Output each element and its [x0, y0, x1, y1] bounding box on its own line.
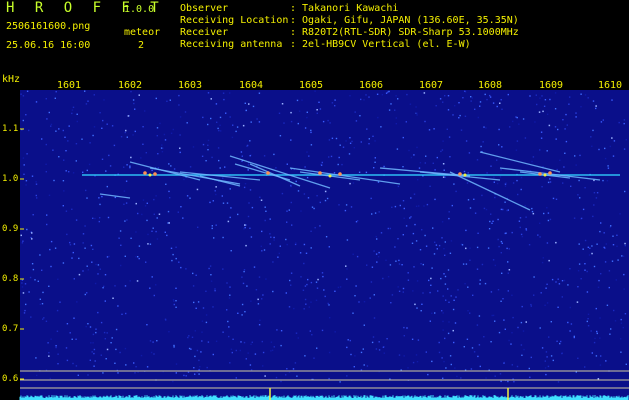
- x-tick: 1608: [477, 80, 503, 91]
- meteor-head: [458, 172, 462, 176]
- info-value: : Ogaki, Gifu, JAPAN (136.60E, 35.35N): [290, 15, 519, 26]
- meteor-head: [548, 171, 552, 175]
- x-tick: 1603: [177, 80, 203, 91]
- meteor-head: [266, 171, 270, 175]
- info-observer: Observer : Takanori Kawachi: [180, 3, 398, 14]
- x-tick: 1609: [538, 80, 564, 91]
- info-key: Receiving Location: [180, 15, 289, 26]
- x-tick: 1604: [238, 80, 264, 91]
- header-panel: H R O F F T 1.0.0 2506161600.png 25.06.1…: [0, 0, 629, 76]
- info-antenna: Receiving antenna : 2el-HB9CV Vertical (e…: [180, 39, 471, 50]
- x-tick: 1605: [298, 80, 324, 91]
- meteor-head: [338, 172, 342, 176]
- meteor-count: 2: [138, 40, 145, 51]
- meteor-head: [463, 173, 467, 177]
- app-version: 1.0.0: [124, 4, 155, 15]
- meteor-head: [543, 173, 547, 177]
- x-tick: 1607: [418, 80, 444, 91]
- spectrogram-canvas: [19, 90, 629, 400]
- meteor-head: [328, 174, 332, 178]
- plot-background: [20, 90, 629, 400]
- meteor-label: meteor: [124, 27, 161, 38]
- unit-label: kHz: [2, 74, 21, 85]
- y-tick: 0.7: [2, 324, 19, 334]
- info-key: Receiver: [180, 27, 229, 38]
- info-key: Observer: [180, 3, 229, 14]
- info-receiver: Receiver : R820T2(RTL-SDR) SDR-Sharp 53.1…: [180, 27, 519, 38]
- y-tick: 0.9: [2, 224, 19, 234]
- info-value: : 2el-HB9CV Vertical (el. E-W): [290, 39, 471, 50]
- y-tick: 1.0: [2, 174, 19, 184]
- info-value: : Takanori Kawachi: [290, 3, 399, 14]
- spectrogram: kHz 1601 1602 1603 1604 1605 1606 1607 1…: [0, 74, 629, 400]
- file-name: 2506161600.png: [6, 21, 91, 32]
- x-tick: 1610: [597, 80, 623, 91]
- info-value: : R820T2(RTL-SDR) SDR-Sharp 53.1000MHz: [290, 27, 519, 38]
- meteor-head: [148, 173, 152, 177]
- meteor-head: [153, 172, 157, 176]
- info-location: Receiving Location: Ogaki, Gifu, JAPAN (…: [180, 15, 519, 26]
- y-tick: 1.1: [2, 124, 19, 134]
- meteor-head: [538, 172, 542, 176]
- x-tick: 1601: [56, 80, 82, 91]
- x-tick: 1606: [358, 80, 384, 91]
- y-tick: 0.6: [2, 374, 19, 384]
- x-tick: 1602: [117, 80, 143, 91]
- meteor-head: [318, 171, 322, 175]
- y-tick: 0.8: [2, 274, 19, 284]
- meteor-head: [143, 171, 147, 175]
- date-time: 25.06.16 16:00: [6, 40, 91, 51]
- info-key: Receiving antenna: [180, 39, 283, 50]
